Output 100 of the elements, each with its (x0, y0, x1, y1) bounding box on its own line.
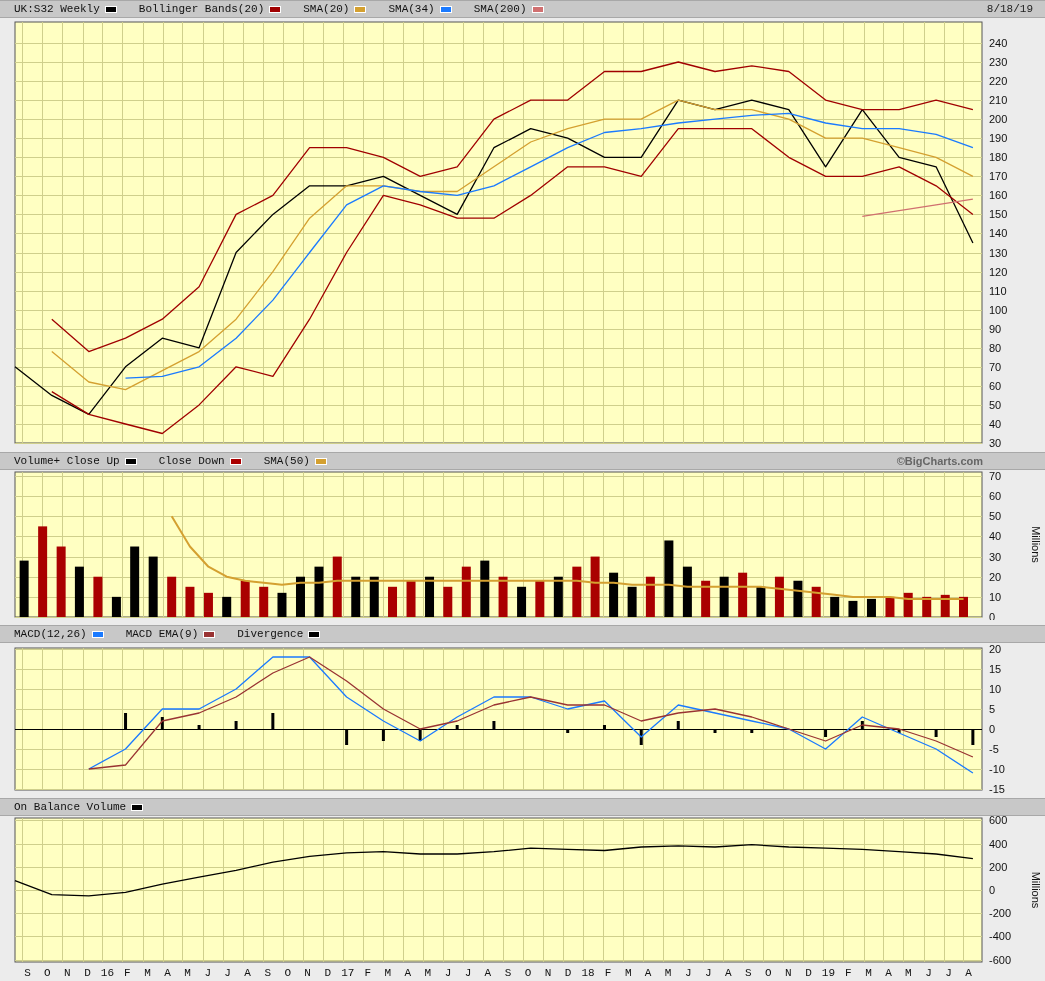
legend-label: MACD EMA(9) (125, 626, 199, 642)
x-axis-label: J (685, 967, 692, 979)
x-axis-label: 17 (341, 967, 355, 979)
y-axis-label: 0 (989, 723, 996, 735)
x-axis-label: A (965, 967, 972, 979)
x-axis-label: J (204, 967, 211, 979)
x-axis-label: J (444, 967, 452, 979)
x-axis-label: O (765, 967, 772, 979)
x-axis-label: O (44, 967, 51, 979)
legend-label: UK:S32 Weekly (14, 1, 100, 17)
credit-text: ©BigCharts.com (896, 453, 983, 469)
y-axis-label: 0 (989, 884, 996, 896)
y-axis-label: 110 (989, 284, 1007, 297)
y-axis-label: 40 (989, 417, 1002, 430)
y-axis-label: 50 (989, 398, 1002, 411)
y-axis-label: 170 (989, 170, 1008, 183)
y-axis-label: 60 (989, 379, 1002, 392)
legend-label: SMA(20) (303, 1, 350, 17)
x-axis-label: A (484, 967, 492, 979)
y-axis-label: 90 (989, 322, 1002, 335)
legend-label: Divergence (237, 626, 304, 642)
x-axis-label: 18 (581, 967, 595, 979)
x-axis-label: S (24, 967, 31, 979)
legend-label: Close Down (158, 453, 225, 469)
y-axis-label: 210 (989, 94, 1008, 107)
x-axis-label: M (664, 967, 672, 979)
y-axis-label: 200 (989, 860, 1008, 873)
y-axis-label: 20 (989, 643, 1002, 655)
y-axis-label: 10 (989, 590, 1002, 603)
x-axis-label: O (524, 967, 532, 979)
x-axis-label: J (925, 967, 932, 979)
x-axis-label: A (724, 967, 732, 979)
y-axis-label: 600 (989, 816, 1008, 827)
y-axis-label: 130 (989, 246, 1008, 259)
x-axis-label: D (805, 967, 812, 979)
y-axis-label: 150 (989, 208, 1008, 221)
y-axis-label: -5 (989, 743, 999, 755)
y-axis-label: 160 (989, 189, 1008, 202)
y-axis-label: -15 (989, 783, 1005, 793)
y-axis-label: 20 (989, 570, 1002, 583)
x-axis-label: F (845, 967, 852, 979)
y-axis-label: 100 (989, 303, 1008, 316)
y-axis-label: 40 (989, 530, 1002, 543)
y-axis-label: 200 (989, 113, 1008, 126)
x-axis-label: D (564, 967, 572, 979)
x-axis-label: D (84, 967, 91, 979)
y-axis-label: 15 (989, 663, 1002, 675)
x-axis-label: 16 (100, 967, 115, 979)
legend-label: SMA(34) (388, 1, 435, 17)
y-axis-label: 180 (989, 151, 1008, 164)
y-axis-label: -400 (989, 930, 1012, 943)
y-axis-label: 80 (989, 341, 1002, 354)
x-axis-label: S (504, 967, 512, 979)
x-axis-label: M (624, 967, 632, 979)
y-axis-label: 120 (989, 265, 1008, 278)
y-axis-title: Millions (1030, 526, 1042, 563)
y-axis-label: -600 (989, 953, 1012, 966)
y-axis-label: -200 (989, 907, 1012, 920)
x-axis-label: A (164, 967, 171, 979)
y-axis-label: 400 (989, 837, 1008, 850)
y-axis-title: Millions (1030, 871, 1042, 909)
y-axis-label: 220 (989, 75, 1008, 88)
x-axis-label: S (745, 967, 752, 979)
x-axis-label: A (404, 967, 412, 979)
legend-label: SMA(50) (263, 453, 310, 469)
y-axis-label: 230 (989, 56, 1008, 68)
legend-label: Bollinger Bands(20) (138, 1, 265, 17)
legend-label: SMA(200) (473, 1, 527, 17)
x-axis-label: N (64, 967, 71, 979)
x-axis-label: M (424, 967, 432, 979)
x-axis-label: A (885, 967, 892, 979)
legend-label: Volume+ Close Up (14, 453, 120, 469)
x-axis-label: J (224, 967, 231, 979)
x-axis-label: 19 (821, 967, 835, 979)
x-axis-label: M (184, 967, 191, 979)
y-axis-label: 140 (989, 227, 1008, 240)
y-axis-label: 190 (989, 132, 1008, 145)
x-axis-label: A (244, 967, 251, 979)
x-axis-label: F (604, 967, 612, 979)
y-axis-label: -10 (989, 763, 1005, 775)
x-axis-label: A (644, 967, 652, 979)
y-axis-label: 5 (989, 703, 996, 715)
y-axis-label: 30 (989, 437, 1002, 447)
x-axis-label: J (704, 967, 712, 979)
y-axis-label: 70 (989, 360, 1002, 373)
chart-date: 8/18/19 (986, 1, 1033, 17)
x-axis-label: N (784, 967, 792, 979)
y-axis-label: 60 (989, 490, 1002, 503)
y-axis-label: 10 (989, 683, 1002, 695)
x-axis-label: M (144, 967, 151, 979)
x-axis-label: F (364, 967, 372, 979)
legend-label: MACD(12,26) (14, 626, 87, 642)
x-axis-label: O (284, 967, 291, 979)
x-axis-label: M (905, 967, 912, 979)
x-axis-label: N (544, 967, 552, 979)
x-axis-label: J (945, 967, 952, 979)
x-axis-label: F (124, 967, 131, 979)
y-axis-label: 30 (989, 550, 1002, 563)
x-axis-label: M (865, 967, 872, 979)
x-axis-label: J (464, 967, 472, 979)
